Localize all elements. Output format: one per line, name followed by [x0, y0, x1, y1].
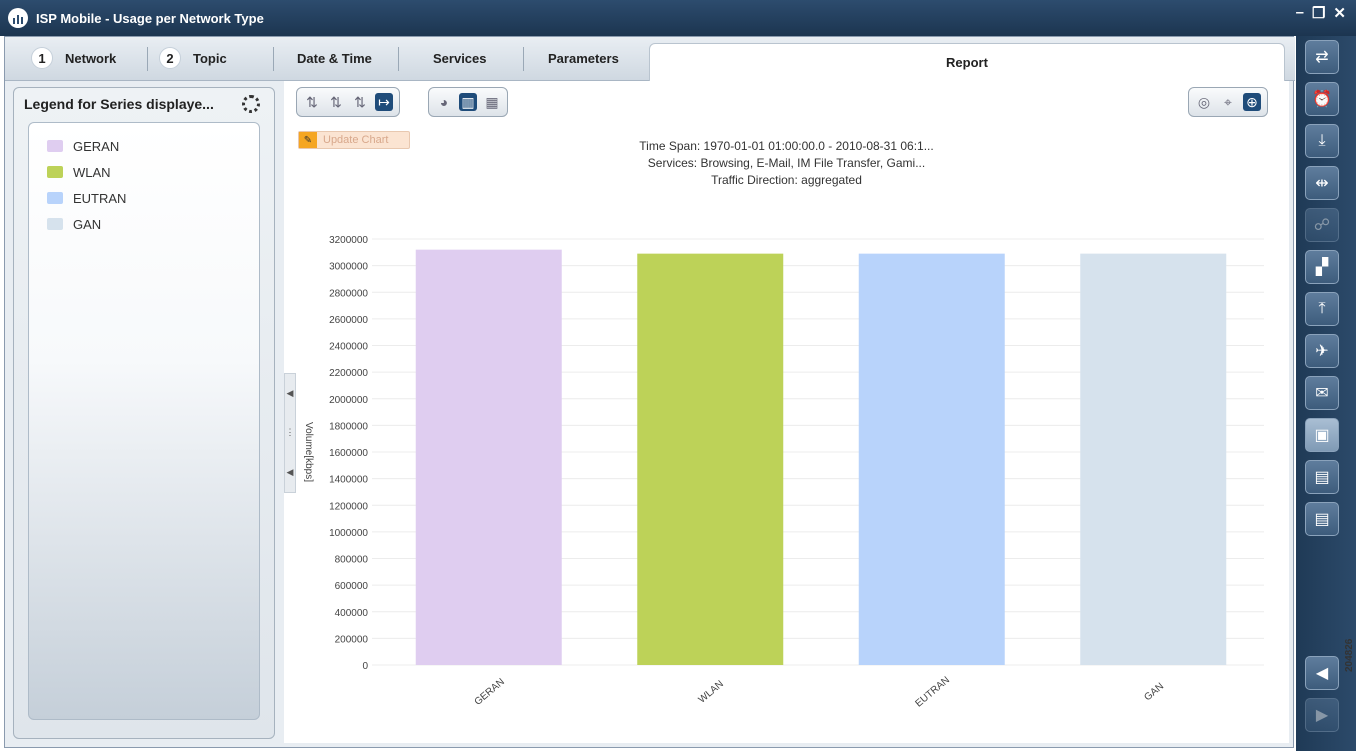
y-tick-label: 800000 [335, 555, 369, 566]
x-tick-label: EUTRAN [913, 675, 952, 710]
legend-label: EUTRAN [73, 190, 127, 206]
y-axis-label: Volume[kbps] [303, 422, 314, 482]
tab-topic[interactable]: 2 Topic [159, 45, 227, 71]
crosshair-icon[interactable]: ⌖ [1219, 93, 1237, 111]
tab-label: Network [65, 50, 117, 66]
target-icon[interactable]: ◎ [1195, 93, 1213, 111]
bar-gan [1080, 253, 1227, 666]
alarm-icon[interactable]: ⏰ [1305, 82, 1339, 116]
y-tick-label: 2000000 [329, 395, 368, 406]
y-tick-label: 1200000 [329, 501, 368, 512]
legend-label: WLAN [73, 164, 111, 180]
chart-type-toolbar: ◕ ▥ ▦ [428, 87, 508, 117]
tab-step-number: 1 [31, 47, 53, 69]
legend-item-eutran: EUTRAN [29, 185, 259, 211]
legend-title: Legend for Series displaye... [24, 96, 214, 112]
display-icon[interactable]: ▣ [1305, 418, 1339, 452]
restore-button[interactable]: ❐ [1312, 4, 1325, 22]
legend-label: GAN [73, 216, 102, 232]
switch-window-icon[interactable]: ⇄ [1305, 40, 1339, 74]
mail-icon[interactable]: ✉ [1305, 376, 1339, 410]
tab-network[interactable]: 1 Network [31, 45, 116, 71]
legend-item-gan: GAN [29, 211, 259, 237]
legend-swatch [47, 166, 63, 178]
legend-panel: Legend for Series displaye... GERAN WLAN… [13, 87, 275, 739]
y-tick-label: 0 [362, 661, 368, 672]
app-logo-icon [8, 8, 28, 28]
y-tick-label: 1800000 [329, 421, 368, 432]
forward-arrow-icon[interactable]: ▶ [1305, 698, 1339, 732]
y-tick-label: 600000 [335, 581, 369, 592]
bar-chart-icon[interactable]: ▥ [459, 93, 477, 111]
table-icon[interactable]: ▦ [483, 93, 501, 111]
side-reference-code: 204826 [1344, 638, 1355, 672]
sort-descending-icon[interactable]: ⇅ [327, 93, 345, 111]
download-icon[interactable]: ⤓ [1305, 124, 1339, 158]
csv-export-icon[interactable]: ▤ [1305, 502, 1339, 536]
legend-swatch [47, 140, 63, 152]
bar-wlan [637, 253, 784, 666]
x-tick-label: WLAN [697, 679, 726, 706]
legend-item-geran: GERAN [29, 133, 259, 159]
legend-item-wlan: WLAN [29, 159, 259, 185]
legend-list: GERAN WLAN EUTRAN GAN [28, 122, 260, 720]
y-tick-label: 3000000 [329, 262, 368, 273]
bar-chart: 0 200000 400000 600000 800000 1000000 1200000 1… [303, 235, 1264, 710]
x-tick-label: GERAN [473, 677, 507, 708]
x-tick-label: GAN [1142, 681, 1166, 703]
share-icon[interactable]: ☍ [1305, 208, 1339, 242]
bar-geran [415, 249, 562, 665]
tab-step-number: 2 [159, 47, 181, 69]
y-tick-label: 1400000 [329, 475, 368, 486]
zoom-toolbar: ◎ ⌖ ⊕ [1188, 87, 1268, 117]
zoom-icon[interactable]: ⊕ [1243, 93, 1261, 111]
y-tick-label: 1000000 [329, 528, 368, 539]
tab-label: Topic [193, 50, 227, 66]
pie-chart-icon[interactable]: ◕ [435, 93, 453, 111]
close-button[interactable]: ✕ [1333, 4, 1346, 22]
y-tick-label: 2800000 [329, 288, 368, 299]
y-tick-label: 1600000 [329, 448, 368, 459]
tab-services[interactable]: Services [433, 45, 487, 71]
arrange-icon[interactable]: ▞ [1305, 250, 1339, 284]
legend-swatch [47, 218, 63, 230]
title-bar: ISP Mobile - Usage per Network Type – ❐ … [0, 0, 1356, 36]
orientation-icon[interactable]: ↦ [375, 93, 393, 111]
upload-icon[interactable]: ⤒ [1305, 292, 1339, 326]
window-title: ISP Mobile - Usage per Network Type [36, 10, 264, 26]
y-tick-label: 200000 [335, 634, 369, 645]
y-tick-label: 2600000 [329, 315, 368, 326]
minimize-button[interactable]: – [1296, 4, 1304, 22]
y-tick-label: 2200000 [329, 368, 368, 379]
gear-icon[interactable] [242, 95, 260, 113]
sort-ascending-icon[interactable]: ⇅ [303, 93, 321, 111]
split-view-icon[interactable]: ⇹ [1305, 166, 1339, 200]
back-arrow-icon[interactable]: ◀ [1305, 656, 1339, 690]
tab-parameters[interactable]: Parameters [548, 45, 619, 71]
bar-eutran [858, 253, 1005, 666]
y-tick-label: 2400000 [329, 342, 368, 353]
pin-icon[interactable]: ✈ [1305, 334, 1339, 368]
sort-toolbar: ⇅ ⇅ ⇅ ↦ [296, 87, 400, 117]
wizard-tabs: 1 Network 2 Topic Date & Time Services P… [5, 37, 1295, 81]
legend-label: GERAN [73, 138, 120, 154]
legend-swatch [47, 192, 63, 204]
report-panel: ⇅ ⇅ ⇅ ↦ ◕ ▥ ▦ ◎ ⌖ ⊕ ✎ Update Chart Time … [284, 81, 1289, 743]
main-panel: 1 Network 2 Topic Date & Time Services P… [4, 36, 1295, 748]
tab-date-time[interactable]: Date & Time [297, 45, 372, 71]
y-tick-label: 3200000 [329, 235, 368, 246]
y-tick-label: 400000 [335, 608, 369, 619]
sort-toggle-icon[interactable]: ⇅ [351, 93, 369, 111]
tab-report[interactable]: Report [649, 43, 1285, 81]
pdf-export-icon[interactable]: ▤ [1305, 460, 1339, 494]
